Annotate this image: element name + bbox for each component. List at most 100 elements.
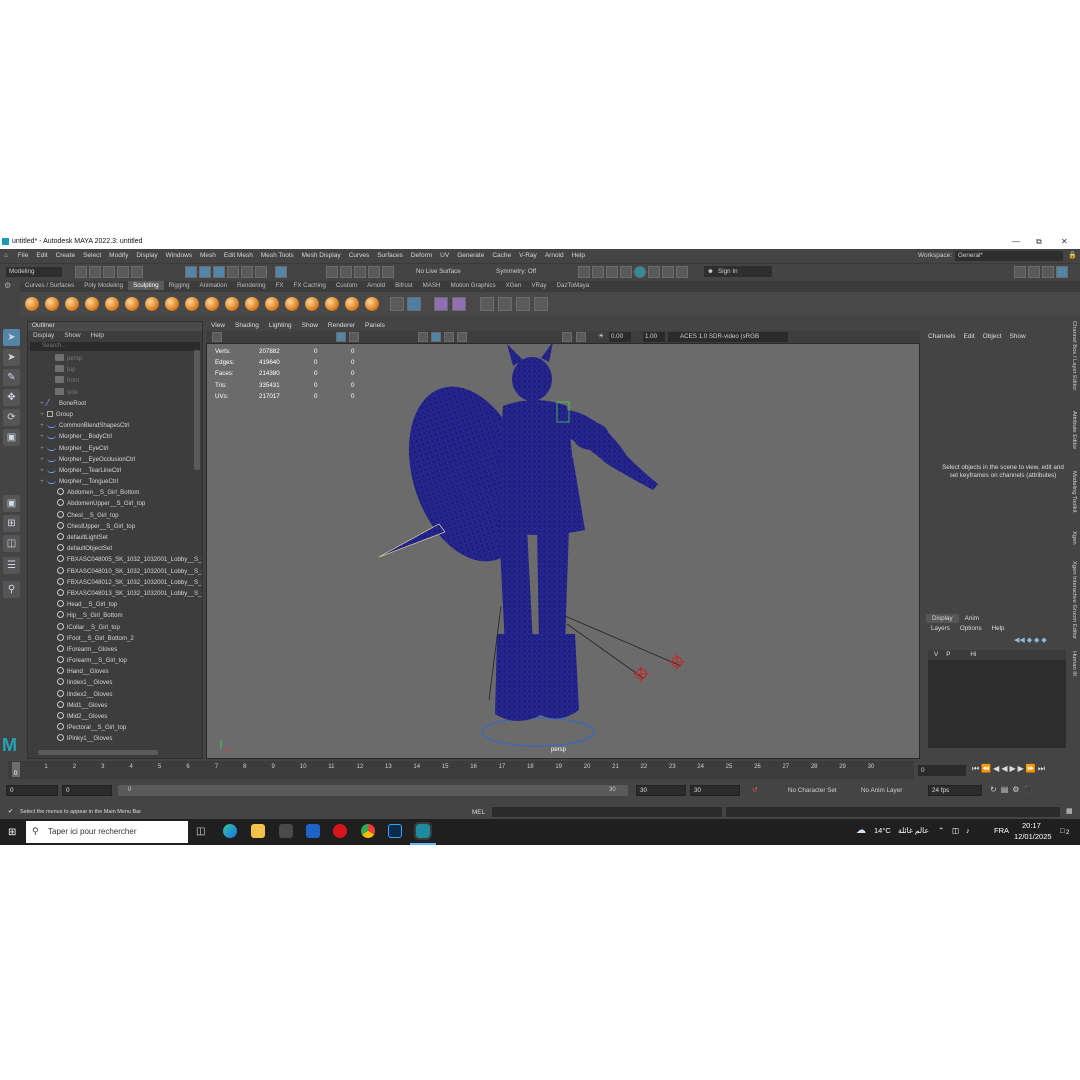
photoshop-icon[interactable] <box>388 824 402 838</box>
outliner-menu-help[interactable]: Help <box>86 331 109 340</box>
outliner-item[interactable]: Hip__S_Girl_Bottom <box>28 610 202 621</box>
outliner-item[interactable]: + Morpher__TongueCtrl <box>28 476 202 487</box>
outliner-item[interactable]: persp <box>28 353 202 364</box>
sign-in-button[interactable]: Sign In <box>704 266 772 277</box>
outliner-menu-display[interactable]: Display <box>28 331 59 340</box>
shelf-tab-bifrost[interactable]: Bifrost <box>390 281 418 290</box>
new-scene-icon[interactable] <box>75 266 87 278</box>
pinch-tool-icon[interactable] <box>105 297 119 311</box>
outliner-item[interactable]: lHand__Gloves <box>28 666 202 677</box>
outliner-search-input[interactable]: Search... <box>30 342 200 351</box>
flatten-tool-icon[interactable] <box>125 297 139 311</box>
expand-icon[interactable]: + <box>38 420 46 431</box>
layer-visibility-toggle[interactable]: V <box>934 651 938 658</box>
lasso-select-icon[interactable] <box>354 266 366 278</box>
maya-taskbar-icon[interactable] <box>414 822 432 840</box>
modeling-toolkit-icon[interactable] <box>1014 266 1026 278</box>
outliner-item[interactable]: lIndex2__Gloves <box>28 689 202 700</box>
menu-set-select[interactable]: Modeling <box>6 267 62 277</box>
play-render-icon[interactable] <box>662 266 674 278</box>
playback-options-icons[interactable]: ↻▤⚙⚫ <box>990 785 1037 794</box>
viewport-persp[interactable]: Verts: 207882 0 0 Edges: 419640 0 0 Faces: 214380… <box>206 343 920 759</box>
symmetry-label[interactable]: Symmetry: Off <box>496 268 536 275</box>
uv-sculpt-icon[interactable] <box>516 297 530 311</box>
layer-menu-help[interactable]: Help <box>987 623 1010 634</box>
tool-settings-icon[interactable] <box>1042 266 1054 278</box>
menu-generate[interactable]: Generate <box>453 249 488 259</box>
menu-edit-mesh[interactable]: Edit Mesh <box>220 249 257 259</box>
menu-curves[interactable]: Curves <box>345 249 374 259</box>
outliner-item[interactable]: + BoneRoot <box>28 398 202 409</box>
mirror-sculpt-icon[interactable] <box>498 297 512 311</box>
wax-tool-icon[interactable] <box>225 297 239 311</box>
shelf-tab-rigging[interactable]: Rigging <box>164 281 195 290</box>
network-icon[interactable]: ◫ <box>952 826 959 835</box>
expand-icon[interactable]: + <box>38 398 46 409</box>
isolate-select-icon[interactable] <box>562 332 572 342</box>
playback-controls[interactable]: ⏮⏪◀◀▶▶⏩⏭ <box>972 764 1047 774</box>
opera-icon[interactable] <box>333 824 347 838</box>
outliner-item[interactable]: FBXASC048013_SK_1032_1032001_Lobby__S_Gi… <box>28 588 202 599</box>
paint-select-tool-icon[interactable]: ✎ <box>3 369 20 386</box>
shelf-tab-rendering[interactable]: Rendering <box>232 281 271 290</box>
snap-curve-icon[interactable] <box>241 266 253 278</box>
outliner-item[interactable]: + Morpher__EyeCtrl <box>28 443 202 454</box>
layer-tab-anim[interactable]: Anim <box>959 614 985 623</box>
render-current-icon[interactable] <box>578 266 590 278</box>
outliner-item[interactable]: FBXASC048005_SK_1032_1032001_Lobby__S_Gi… <box>28 554 202 565</box>
zoom-icon[interactable]: ⚲ <box>3 581 20 598</box>
outliner-item[interactable]: lForearm__S_Girl_top <box>28 655 202 666</box>
clock-date[interactable]: 12/01/2025 <box>1014 832 1052 841</box>
side-tab-xgen-interactive-groom-editor[interactable]: Xgen Interactive Groom Editor <box>1071 561 1077 639</box>
layer-buttons[interactable]: ◀◀ ◆ ◆ ◆ <box>1014 636 1047 644</box>
expand-icon[interactable]: + <box>38 409 46 420</box>
persp-outliner-icon[interactable]: ◫ <box>3 535 20 552</box>
spray-tool-icon[interactable] <box>165 297 179 311</box>
shelf-tab-curves-surfaces[interactable]: Curves / Surfaces <box>20 281 79 290</box>
time-slider[interactable]: 1 2 3 4 5 6 7 8 9 10 11 12 13 14 15 16 17 18 19 20 21 22 23 24 2… <box>8 761 914 779</box>
open-scene-icon[interactable] <box>89 266 101 278</box>
menu-help[interactable]: Help <box>568 249 589 259</box>
store-icon[interactable] <box>279 824 293 838</box>
film-gate-icon[interactable] <box>349 332 359 342</box>
command-line-input[interactable] <box>492 807 722 817</box>
convert-to-frozen-icon[interactable] <box>390 297 404 311</box>
smear-tool-icon[interactable] <box>305 297 319 311</box>
script-editor-icon[interactable]: ▦ <box>1066 807 1073 815</box>
shelf-gear-icon[interactable]: ⚙ <box>4 281 11 290</box>
shelf-tab-custom[interactable]: Custom <box>331 281 362 290</box>
knife-tool-icon[interactable] <box>285 297 299 311</box>
viewport-menu-shading[interactable]: Shading <box>230 321 264 330</box>
render-sequence-icon[interactable] <box>592 266 604 278</box>
target-icon[interactable] <box>452 297 466 311</box>
expand-icon[interactable]: + <box>38 454 46 465</box>
viewport-menu-show[interactable]: Show <box>297 321 323 330</box>
mask-icon[interactable] <box>407 297 421 311</box>
outliner-item[interactable]: front <box>28 375 202 386</box>
channel-menu-object[interactable]: Object <box>979 321 1006 340</box>
outliner-item[interactable]: lMid2__Gloves <box>28 711 202 722</box>
end-time-field[interactable]: 30 <box>690 785 740 796</box>
save-scene-icon[interactable] <box>103 266 115 278</box>
attribute-editor-icon[interactable] <box>1028 266 1040 278</box>
anim-layer-select[interactable]: No Anim Layer <box>861 787 902 794</box>
outliner-item[interactable]: FBXASC048012_SK_1032_1032001_Lobby__S_Gi… <box>28 577 202 588</box>
select-tool-icon[interactable]: ➤ <box>3 329 20 346</box>
menu-edit[interactable]: Edit <box>32 249 51 259</box>
outliner-item[interactable]: + Morpher__TearLineCtrl <box>28 465 202 476</box>
exposure-field[interactable]: 0.00 <box>609 332 631 342</box>
outliner-item[interactable]: + Morpher__BodyCtrl <box>28 431 202 442</box>
redo-icon[interactable] <box>131 266 143 278</box>
menu-select[interactable]: Select <box>79 249 105 259</box>
layer-menu-options[interactable]: Options <box>955 623 987 634</box>
foamy-tool-icon[interactable] <box>145 297 159 311</box>
move-tool-icon[interactable]: ✥ <box>3 389 20 406</box>
construction-history-icon[interactable] <box>340 266 352 278</box>
lasso-tool-icon[interactable]: ➤ <box>3 349 20 366</box>
side-tab-xgen[interactable]: Xgen <box>1071 531 1077 545</box>
camera-select-icon[interactable] <box>212 332 222 342</box>
sculpt-settings-icon[interactable] <box>534 297 548 311</box>
outliner-item[interactable]: lForearm__Gloves <box>28 644 202 655</box>
scale-tool-icon[interactable]: ▣ <box>3 429 20 446</box>
snap-grid-icon[interactable] <box>227 266 239 278</box>
